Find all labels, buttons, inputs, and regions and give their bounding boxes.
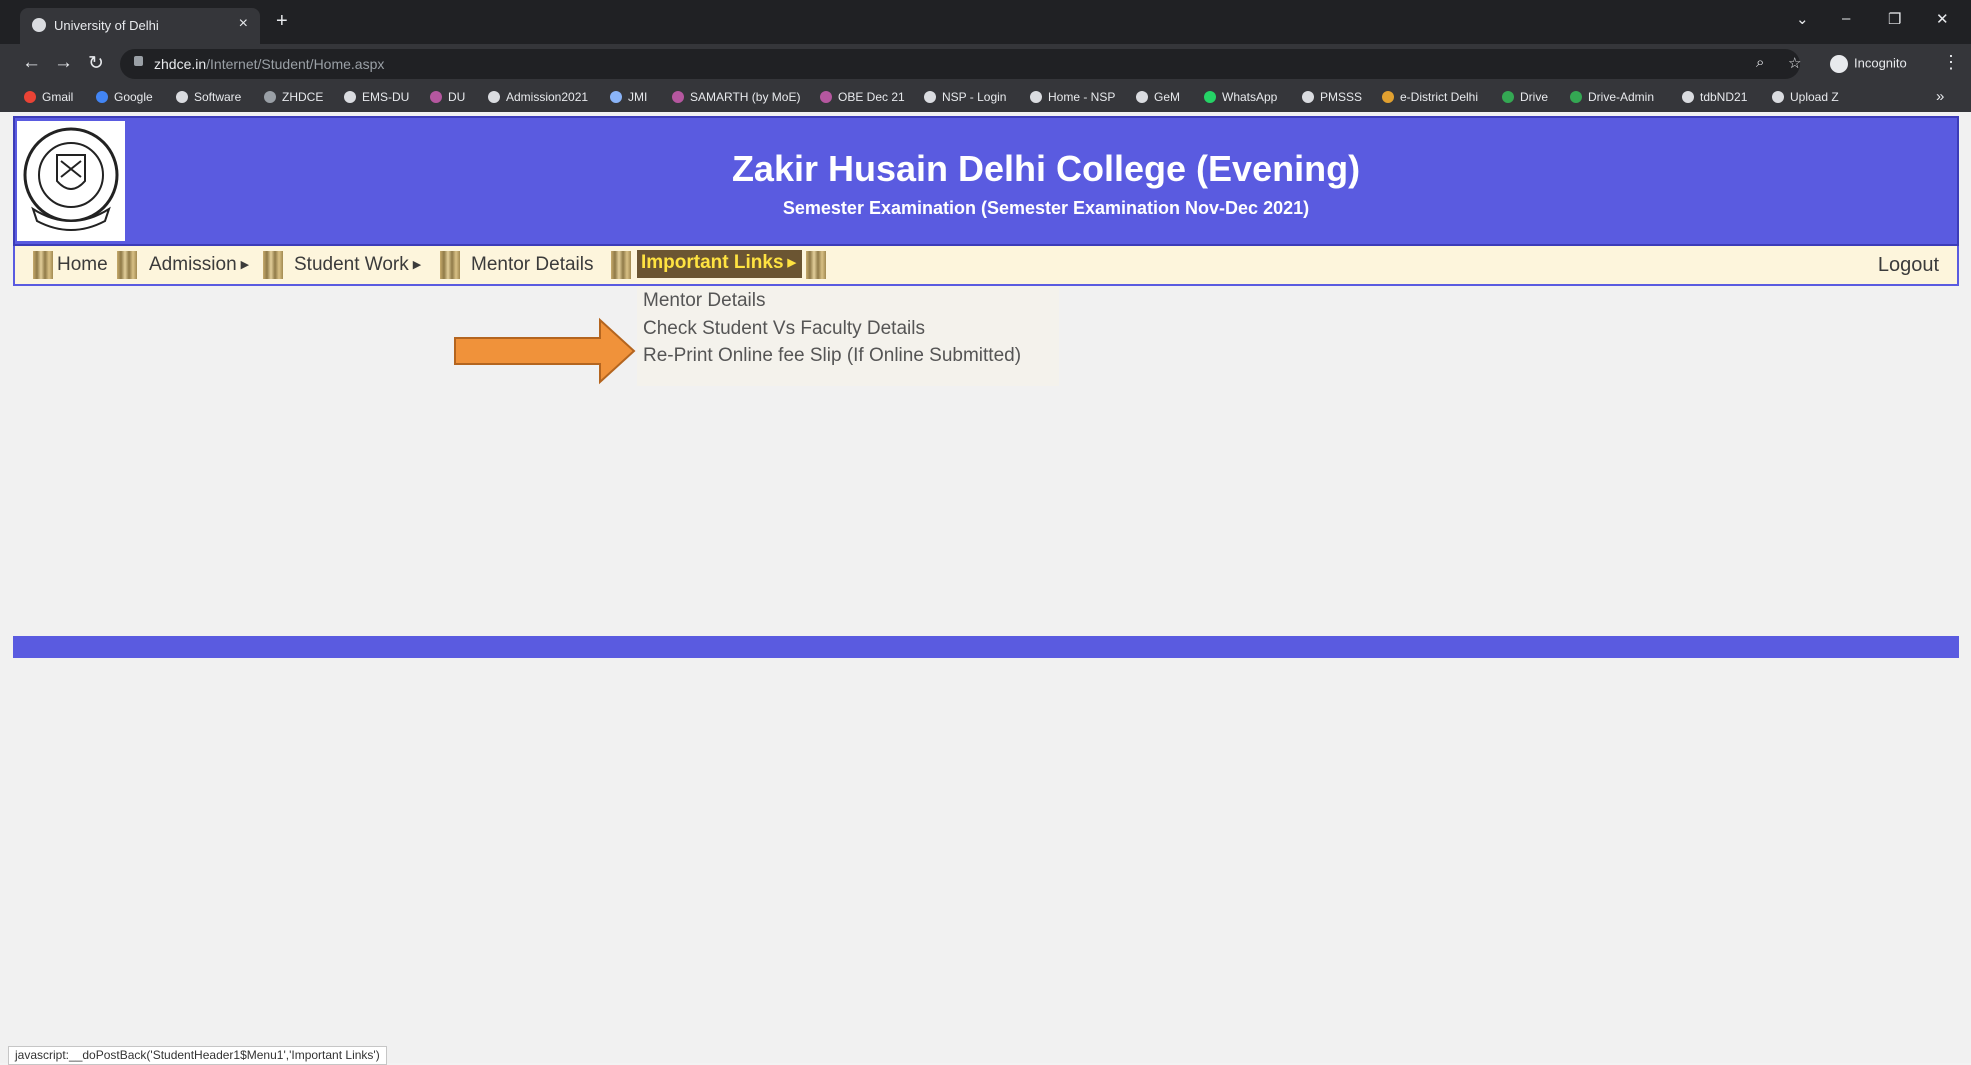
lock-icon: [134, 56, 143, 66]
menu-separator: [611, 251, 631, 279]
whatsapp-icon: [1204, 91, 1216, 103]
bookmark-admission2021[interactable]: Admission2021: [488, 90, 588, 104]
menu-important-links[interactable]: Important Links ▶: [637, 250, 802, 278]
bookmark-pmsss[interactable]: PMSSS: [1302, 90, 1362, 104]
more-bookmarks-icon[interactable]: »: [1936, 88, 1944, 105]
globe-icon: [1772, 91, 1784, 103]
bookmark-whatsapp[interactable]: WhatsApp: [1204, 90, 1277, 104]
browser-toolbar: ← → ↻ zhdce.in/Internet/Student/Home.asp…: [0, 44, 1971, 84]
bookmark-jmi[interactable]: JMI: [610, 90, 647, 104]
browser-menu-icon[interactable]: ⋮: [1942, 52, 1960, 73]
bookmark-e-district-delhi[interactable]: e-District Delhi: [1382, 90, 1478, 104]
dropdown-item-mentor-details[interactable]: Mentor Details: [643, 290, 766, 312]
important-links-dropdown: Mentor Details Check Student Vs Faculty …: [637, 284, 1059, 386]
incognito-indicator[interactable]: Incognito: [1830, 55, 1907, 73]
bookmark-upload-z[interactable]: Upload Z: [1772, 90, 1839, 104]
menu-separator: [117, 251, 137, 279]
footer-bar: [13, 636, 1959, 658]
browser-tab[interactable]: University of Delhi ×: [20, 8, 260, 44]
du-icon: [430, 91, 442, 103]
bookmark-home-nsp[interactable]: Home - NSP: [1030, 90, 1115, 104]
globe-icon: [264, 91, 276, 103]
globe-icon: [488, 91, 500, 103]
google-icon: [96, 91, 108, 103]
globe-icon: [176, 91, 188, 103]
star-icon[interactable]: ☆: [1788, 54, 1801, 72]
dropdown-item-check-student-vs-faculty[interactable]: Check Student Vs Faculty Details: [643, 318, 925, 340]
back-icon[interactable]: ←: [22, 52, 41, 74]
reload-icon[interactable]: ↻: [88, 52, 104, 75]
caret-right-icon: ▶: [240, 259, 250, 271]
address-bar[interactable]: zhdce.in/Internet/Student/Home.aspx ⌕ ☆: [120, 49, 1801, 79]
new-tab-button[interactable]: +: [276, 10, 288, 33]
bookmark-samarth[interactable]: SAMARTH (by MoE): [672, 90, 800, 104]
bookmark-ems-du[interactable]: EMS-DU: [344, 90, 409, 104]
main-menu: Home Admission ▶ Student Work ▶ Mentor Det…: [13, 246, 1959, 286]
status-bar: javascript:__doPostBack('StudentHeader1$…: [8, 1046, 387, 1065]
url-text: zhdce.in/Internet/Student/Home.aspx: [154, 56, 385, 72]
college-title: Zakir Husain Delhi College (Evening): [731, 148, 1361, 189]
globe-icon: [1302, 91, 1314, 103]
incognito-icon: [1830, 55, 1848, 73]
orange-arrow-annotation: [454, 317, 636, 385]
browser-tab-bar: University of Delhi × + ⌄ – ❐ ✕: [0, 0, 1971, 44]
caret-right-icon: ▶: [412, 259, 422, 271]
page-content: Zakir Husain Delhi College (Evening) Sem…: [0, 112, 1971, 1063]
site-header: Zakir Husain Delhi College (Evening) Sem…: [13, 116, 1959, 246]
bookmark-software[interactable]: Software: [176, 90, 241, 104]
bookmark-gmail[interactable]: Gmail: [24, 90, 73, 104]
zoom-icon[interactable]: ⌕: [1756, 54, 1764, 71]
menu-student-work[interactable]: Student Work ▶: [294, 254, 421, 276]
caret-right-icon: ▶: [787, 257, 796, 269]
menu-separator: [263, 251, 283, 279]
menu-mentor-details[interactable]: Mentor Details: [471, 254, 594, 276]
globe-icon: [344, 91, 356, 103]
tab-search-icon[interactable]: ⌄: [1796, 10, 1809, 28]
samarth-icon: [672, 91, 684, 103]
exam-subtitle: Semester Examination (Semester Examinati…: [782, 198, 1310, 218]
emblem-icon: [1382, 91, 1394, 103]
gmail-icon: [24, 91, 36, 103]
globe-icon: [1682, 91, 1694, 103]
bookmark-nsp-login[interactable]: NSP - Login: [924, 90, 1006, 104]
bookmark-obe-dec-21[interactable]: OBE Dec 21: [820, 90, 905, 104]
obe-icon: [820, 91, 832, 103]
minimize-button[interactable]: –: [1842, 10, 1850, 27]
nsp-icon: [924, 91, 936, 103]
drive-icon: [1570, 91, 1582, 103]
jmi-icon: [610, 91, 622, 103]
forward-icon[interactable]: →: [54, 52, 73, 74]
logout-link[interactable]: Logout: [1878, 254, 1939, 277]
menu-separator: [806, 251, 826, 279]
tab-title: University of Delhi: [54, 18, 159, 33]
bookmark-tdbnd21[interactable]: tdbND21: [1682, 90, 1747, 104]
bookmark-drive-admin[interactable]: Drive-Admin: [1570, 90, 1654, 104]
menu-admission[interactable]: Admission ▶: [149, 254, 249, 276]
dropdown-item-reprint-fee-slip[interactable]: Re-Print Online fee Slip (If Online Subm…: [643, 345, 1021, 367]
drive-icon: [1502, 91, 1514, 103]
globe-icon: [32, 18, 46, 32]
gem-icon: [1136, 91, 1148, 103]
bookmark-google[interactable]: Google: [96, 90, 153, 104]
bookmarks-bar: Gmail Google Software ZHDCE EMS-DU DU Ad…: [0, 84, 1971, 113]
bookmark-drive[interactable]: Drive: [1502, 90, 1548, 104]
close-window-button[interactable]: ✕: [1936, 10, 1949, 28]
globe-icon: [1030, 91, 1042, 103]
menu-separator: [440, 251, 460, 279]
close-tab-icon[interactable]: ×: [239, 15, 248, 33]
menu-separator: [33, 251, 53, 279]
bookmark-du[interactable]: DU: [430, 90, 465, 104]
restore-button[interactable]: ❐: [1888, 10, 1901, 28]
bookmark-zhdce[interactable]: ZHDCE: [264, 90, 323, 104]
menu-home[interactable]: Home: [57, 254, 108, 276]
bookmark-gem[interactable]: GeM: [1136, 90, 1180, 104]
